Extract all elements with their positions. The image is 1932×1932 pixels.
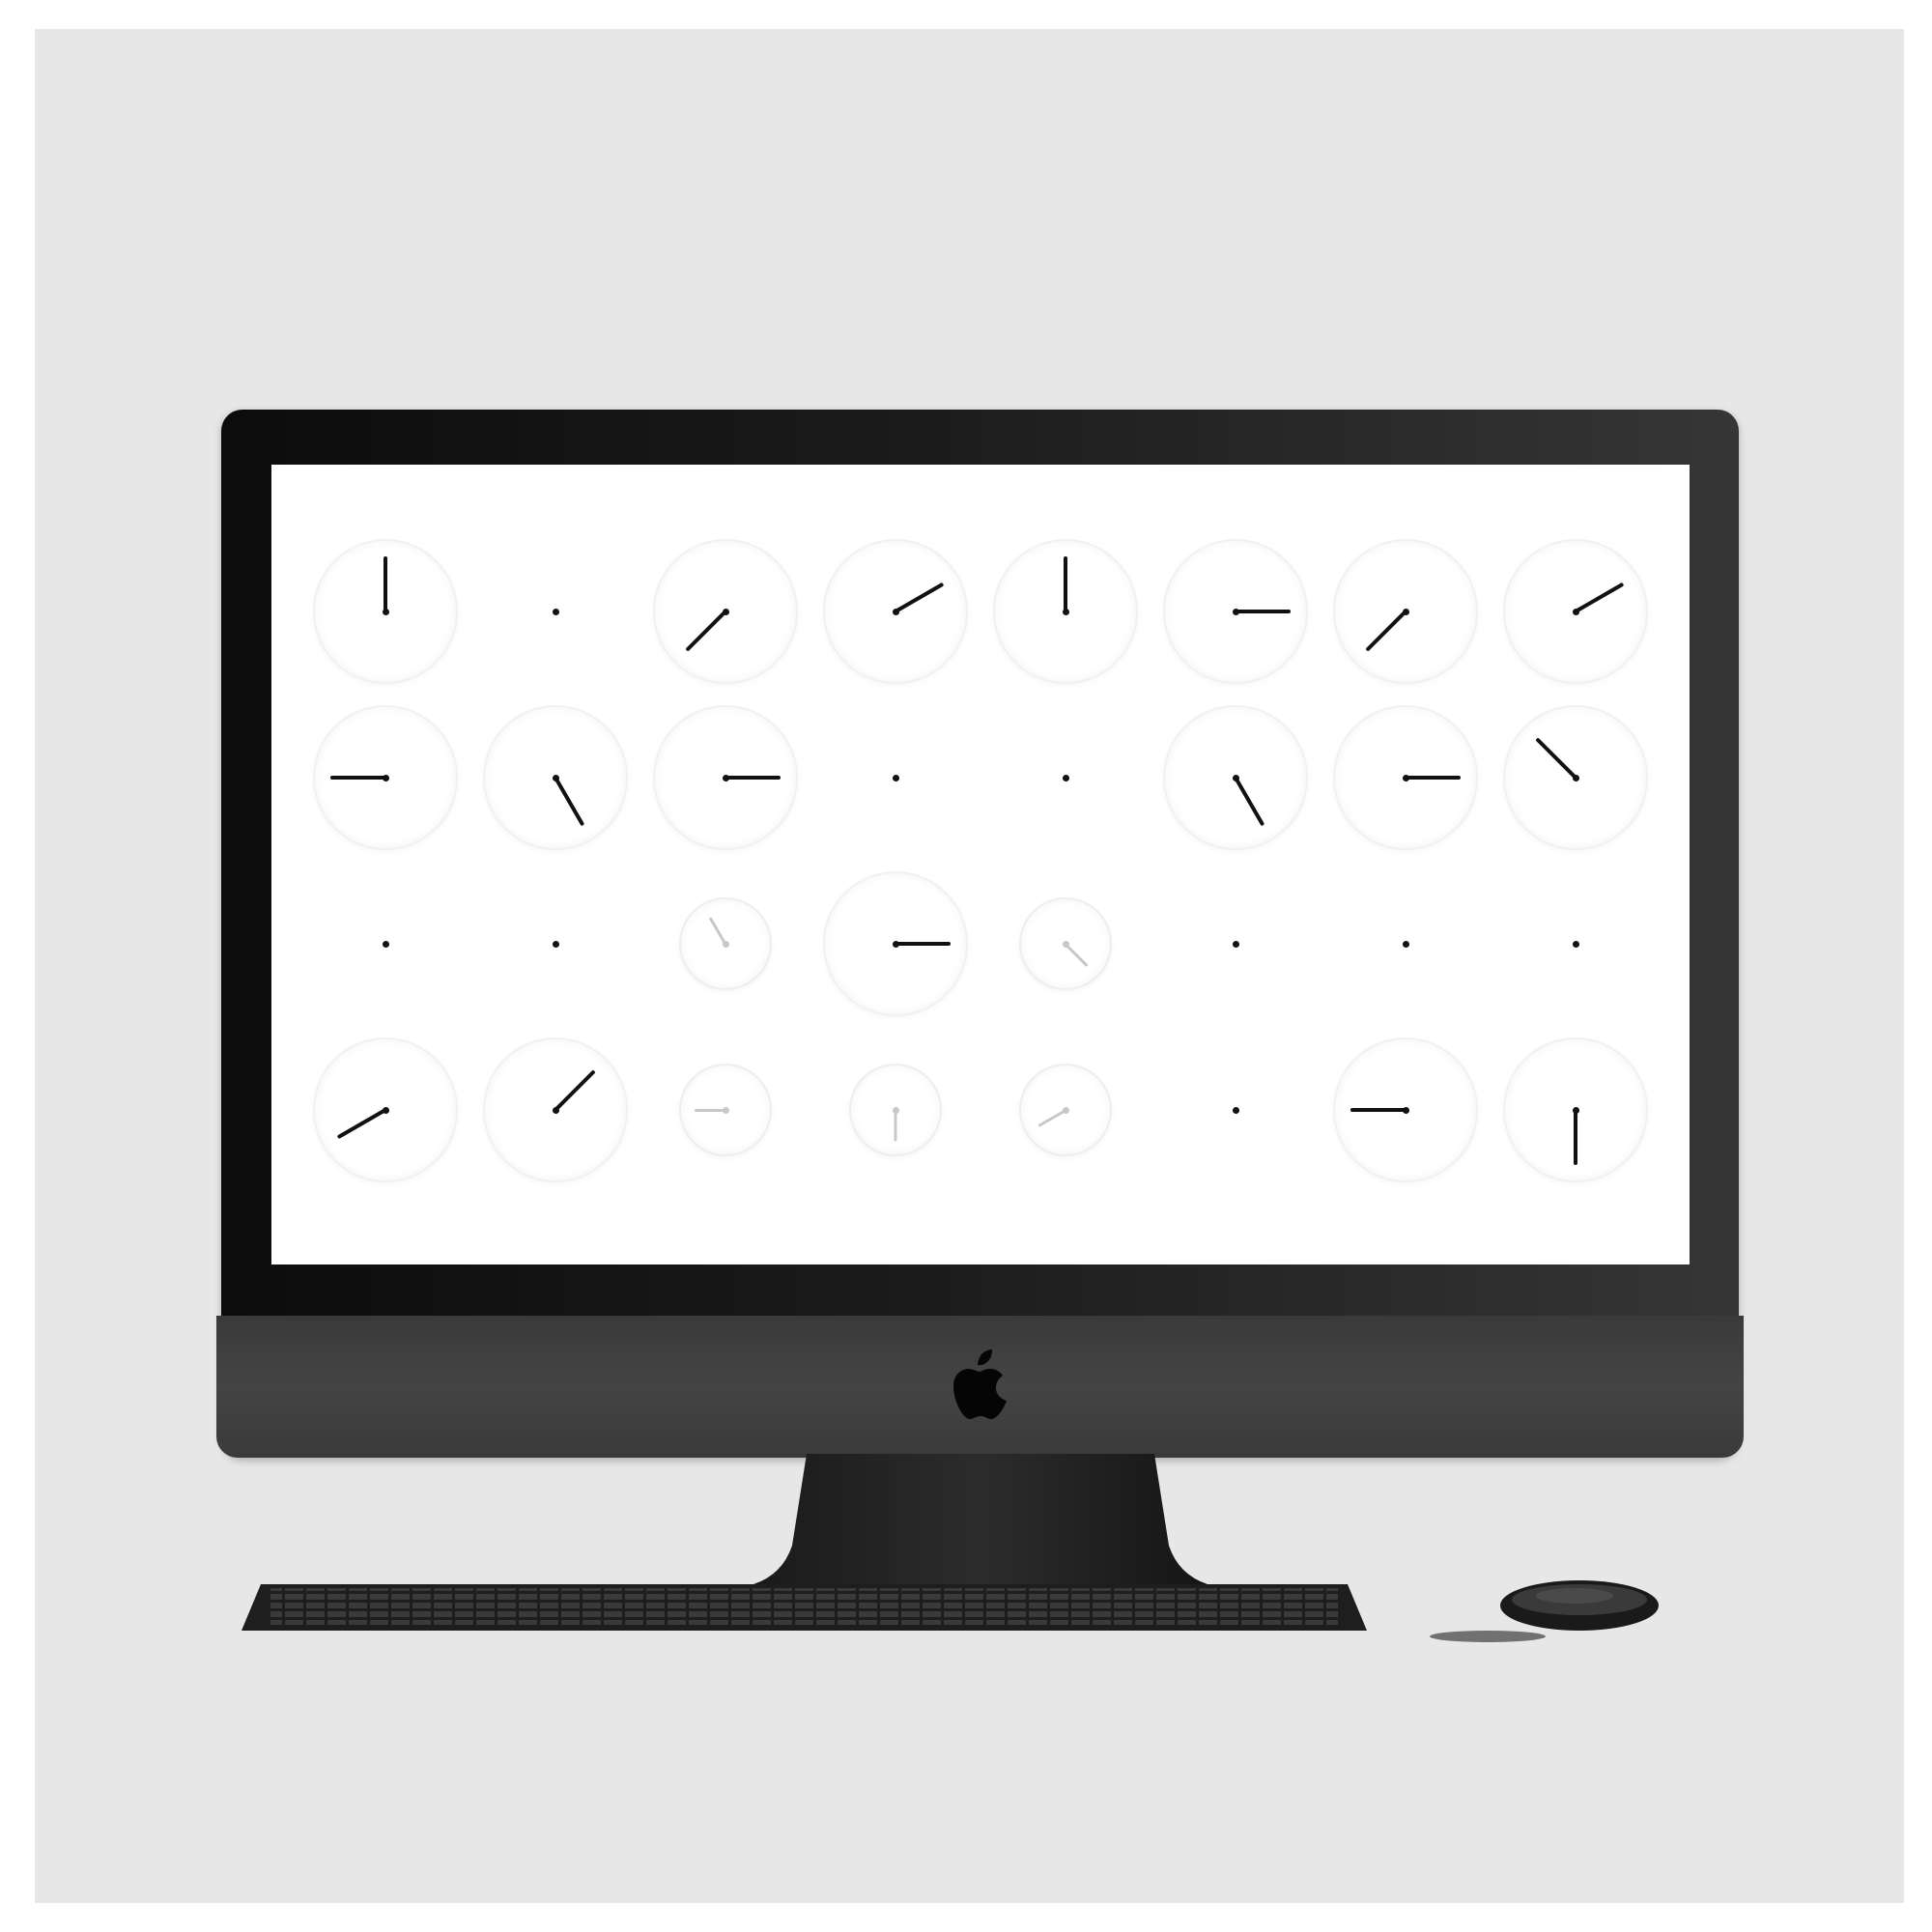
clock-center-dot	[552, 774, 559, 781]
clock-center-dot	[382, 774, 389, 781]
clock-center-dot	[1402, 1106, 1409, 1114]
clock-center-dot	[382, 608, 389, 615]
clock-hand	[895, 942, 951, 946]
clock-center-dot	[552, 1106, 559, 1114]
clock-hand	[1236, 610, 1291, 613]
clock-center-dot	[1402, 774, 1409, 781]
mouse-icon	[1430, 1580, 1659, 1642]
apple-logo-icon	[953, 1350, 1007, 1419]
clock-hand	[725, 776, 781, 780]
clock-center-dot	[1572, 608, 1579, 615]
clock-center-dot	[1232, 1106, 1239, 1114]
clock-center-dot	[1402, 940, 1409, 948]
monitor-stand	[753, 1454, 1208, 1584]
clock-center-dot	[1572, 774, 1579, 781]
clock-hand	[1064, 556, 1067, 611]
clock-center-dot	[382, 940, 389, 948]
clock-center-dot	[1232, 774, 1239, 781]
clock-hand	[894, 1110, 897, 1141]
clock-center-dot	[722, 774, 729, 781]
monitor-screen	[271, 465, 1690, 1264]
clock-center-dot	[1062, 1106, 1069, 1114]
clock-center-dot	[1062, 940, 1069, 948]
clock-center-dot	[1572, 1106, 1579, 1114]
clock-center-dot	[1232, 940, 1239, 948]
clock-hand	[1350, 1108, 1406, 1112]
clock-center-dot	[1062, 608, 1069, 615]
clock-center-dot	[892, 608, 899, 615]
clock-hand	[1406, 776, 1461, 780]
keyboard-icon	[242, 1584, 1367, 1631]
clock-center-dot	[892, 774, 899, 781]
clock-center-dot	[722, 608, 729, 615]
clock-hand	[384, 556, 387, 611]
clock-center-dot	[722, 940, 729, 948]
clock-grid	[271, 465, 1690, 1264]
clock-center-dot	[552, 940, 559, 948]
clock-hand	[330, 776, 385, 780]
clock-center-dot	[382, 1106, 389, 1114]
clock-center-dot	[892, 940, 899, 948]
clock-hand	[695, 1108, 725, 1112]
clock-center-dot	[1232, 608, 1239, 615]
clock-center-dot	[1062, 774, 1069, 781]
clock-center-dot	[892, 1106, 899, 1114]
clock-hand	[1574, 1110, 1577, 1165]
clock-center-dot	[552, 608, 559, 615]
clock-center-dot	[1402, 608, 1409, 615]
clock-center-dot	[722, 1106, 729, 1114]
clock-center-dot	[1572, 940, 1579, 948]
